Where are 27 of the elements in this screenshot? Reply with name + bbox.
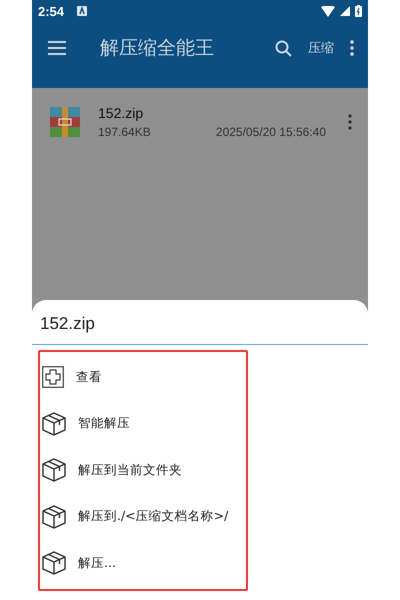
menu-icon[interactable] — [48, 41, 66, 55]
menu-item[interactable]: 解压到./<压缩文档名称>/ — [40, 494, 246, 540]
box-icon — [42, 551, 66, 576]
menu-item[interactable]: 解压到当前文件夹 — [40, 447, 246, 494]
more-icon[interactable] — [348, 114, 352, 130]
box-icon — [42, 412, 66, 436]
battery-icon — [355, 5, 362, 17]
plus-icon — [42, 366, 64, 388]
app-title: 解压缩全能王 — [100, 36, 215, 61]
menu-item[interactable]: 查看 — [40, 354, 246, 400]
menu-item[interactable]: 解压... — [40, 540, 246, 586]
file-row[interactable]: 152.zip 197.64KB 2025/05/20 15:56:40 — [32, 98, 368, 146]
sheet-title: 152.zip — [32, 300, 368, 345]
menu-item[interactable]: 智能解压 — [40, 400, 246, 447]
compress-button[interactable]: 压缩 — [308, 39, 334, 57]
notification-icon — [77, 6, 88, 16]
more-icon[interactable] — [350, 40, 354, 56]
file-size: 197.64KB — [98, 125, 151, 139]
search-icon[interactable] — [275, 40, 292, 56]
file-name: 152.zip — [98, 105, 144, 121]
wifi-icon — [321, 6, 335, 16]
file-date: 2025/05/20 15:56:40 — [216, 125, 326, 139]
box-icon — [42, 458, 66, 482]
archive-icon — [50, 107, 80, 137]
box-icon — [42, 504, 66, 529]
signal-icon — [340, 6, 350, 16]
status-time: 2:54 — [38, 4, 64, 18]
